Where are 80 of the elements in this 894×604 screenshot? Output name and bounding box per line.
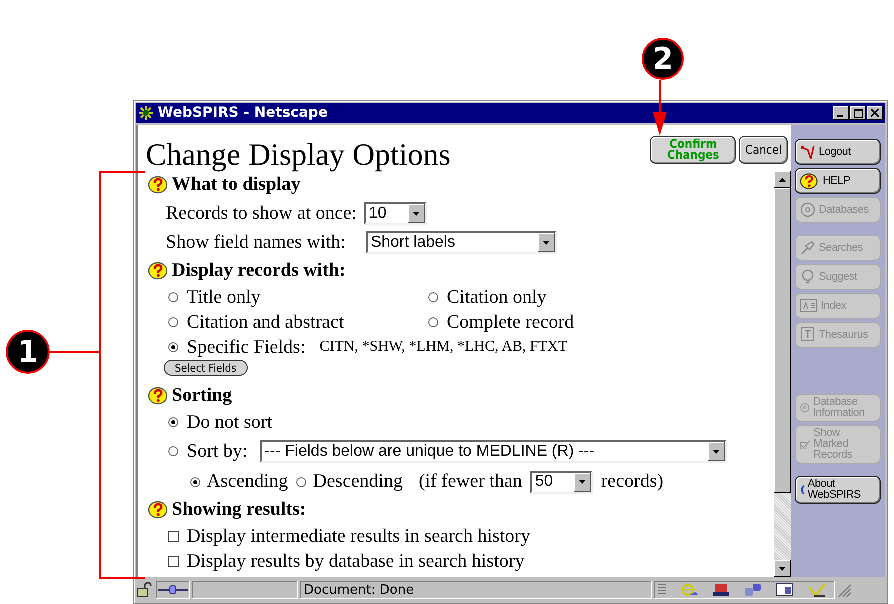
- cancel-button[interactable]: Cancel: [739, 136, 788, 164]
- checkbox[interactable]: [168, 531, 179, 542]
- option-label: Sort by:: [187, 440, 248, 462]
- maximize-button[interactable]: [850, 106, 866, 120]
- radio-button[interactable]: [168, 342, 179, 353]
- checkbox[interactable]: [168, 556, 179, 567]
- help-icon: [148, 501, 170, 519]
- resize-grip-icon: [837, 583, 851, 597]
- help-icon: [148, 176, 170, 194]
- chat-icon: [744, 583, 762, 597]
- index-card-icon: [800, 299, 818, 313]
- section-title: Display records with:: [172, 260, 346, 282]
- sidebar-button[interactable]: About WebSPIRS: [795, 476, 881, 504]
- lock-icon: [136, 582, 154, 598]
- status-text: Document: Done: [300, 581, 652, 599]
- arrow-icon: [800, 144, 816, 160]
- option-label: Descending: [313, 471, 403, 493]
- dropdown[interactable]: Short labels: [366, 231, 557, 254]
- option-label: Citation only: [447, 286, 547, 308]
- dropdown[interactable]: 50: [530, 470, 594, 494]
- help-icon: [800, 172, 820, 190]
- sidebar-button[interactable]: Logout: [795, 139, 881, 165]
- radio-button[interactable]: [296, 476, 308, 488]
- radio-button[interactable]: [168, 292, 179, 303]
- window-title: WebSPIRS - Netscape: [158, 105, 329, 121]
- page-heading: Change Display Options: [146, 137, 452, 173]
- option-label: Complete record: [447, 312, 574, 334]
- dropdown[interactable]: 10: [364, 202, 428, 225]
- help-icon: [148, 387, 170, 405]
- pen-icon: [808, 583, 826, 597]
- scroll-down-icon: [779, 566, 786, 570]
- callout-number: 2: [642, 38, 684, 80]
- radio-button[interactable]: [168, 446, 179, 457]
- radio-button[interactable]: [190, 476, 201, 488]
- section-title: What to display: [172, 174, 301, 196]
- select-fields-button[interactable]: Select Fields: [164, 360, 248, 376]
- dropdown[interactable]: --- Fields below are unique to MEDLINE (R) ---: [260, 440, 727, 463]
- option-label: Ascending: [207, 471, 288, 493]
- inbox-icon: [712, 583, 730, 597]
- dropdown-arrow-icon: [579, 480, 586, 484]
- close-button[interactable]: [867, 106, 883, 120]
- option-label: Citation and abstract: [187, 312, 344, 334]
- help-icon: [148, 262, 170, 280]
- arrow: [653, 80, 667, 136]
- field-label: Show field names with:: [166, 232, 346, 254]
- dropdown-arrow-icon: [542, 240, 550, 244]
- close-icon: [871, 109, 879, 117]
- minimize-button[interactable]: [833, 106, 849, 120]
- option-label: Display intermediate results in search history: [187, 526, 530, 548]
- radio-button[interactable]: [168, 417, 179, 428]
- option-label: Specific Fields:: [187, 336, 306, 358]
- swirl-icon: [800, 484, 805, 496]
- callout-number: 1: [6, 330, 50, 374]
- field-label: Records to show at once:: [166, 202, 358, 224]
- dropdown-arrow-icon: [413, 212, 420, 216]
- field-list: CITN, *SHW, *LHM, *LHC, AB, FTXT: [320, 339, 568, 356]
- book-icon: [800, 327, 816, 343]
- disc-icon: [800, 202, 816, 218]
- bulb-icon: [800, 269, 816, 285]
- card-icon: [776, 583, 794, 597]
- sidebar-button[interactable]: HELP: [795, 168, 881, 194]
- radio-button[interactable]: [428, 292, 439, 303]
- scrollbar[interactable]: [774, 171, 791, 577]
- limit-label: records): [601, 471, 664, 493]
- grip-icon: [658, 583, 666, 597]
- wheel-icon: [680, 583, 698, 597]
- radio-button[interactable]: [168, 317, 179, 328]
- dropdown-arrow-icon: [712, 450, 720, 454]
- compass-icon: [138, 105, 154, 121]
- scroll-up-icon: [779, 178, 786, 182]
- plug-icon: [158, 585, 188, 595]
- limit-label: (if fewer than: [418, 471, 522, 493]
- maximize-icon: [854, 108, 862, 118]
- flashlight-icon: [800, 240, 816, 256]
- option-label: Display results by database in search history: [187, 550, 525, 572]
- section-title: Sorting: [172, 385, 232, 407]
- section-title: Showing results:: [172, 499, 306, 521]
- option-label: Title only: [187, 286, 261, 308]
- radio-button[interactable]: [428, 317, 439, 328]
- option-label: Do not sort: [187, 412, 272, 434]
